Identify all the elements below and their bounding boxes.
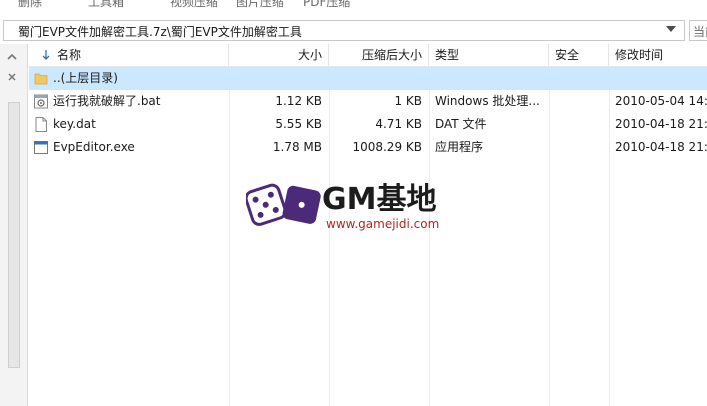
table-row[interactable]: key.dat 5.55 KB 4.71 KB DAT 文件 2010-04-1…: [29, 113, 707, 136]
row-name: 运行我就破解了.bat: [53, 94, 161, 108]
row-packed-size: 1008.29 KB: [352, 140, 422, 154]
exe-file-icon: [34, 140, 48, 155]
table-row[interactable]: EvpEditor.exe 1.78 MB 1008.29 KB 应用程序 20…: [29, 136, 707, 159]
row-packed-size: 4.71 KB: [375, 117, 422, 131]
column-name[interactable]: 名称: [29, 44, 229, 66]
address-bar[interactable]: 蜀门EVP文件加解密工具.7z\蜀门EVP文件加解密工具: [3, 20, 685, 41]
row-type: 应用程序: [435, 140, 484, 154]
row-type: DAT 文件: [435, 117, 487, 131]
toolbar-image-compress[interactable]: 图片压缩: [236, 0, 284, 10]
row-name: key.dat: [53, 117, 96, 131]
nav-up-icon[interactable]: [4, 50, 20, 66]
dice-logo-icon: [246, 183, 321, 226]
row-size: 1.78 MB: [272, 140, 322, 154]
watermark-title: GM基地: [322, 182, 437, 217]
row-modified: 2010-04-18 21:5: [615, 117, 707, 131]
watermark-logo: GM基地 www.gamejidi.com: [246, 172, 476, 242]
watermark-url: www.gamejidi.com: [326, 217, 440, 231]
generic-file-icon: [34, 117, 48, 132]
row-name: ..(上层目录): [53, 71, 118, 85]
column-security-label: 安全: [555, 48, 580, 62]
column-packed-label: 压缩后大小: [361, 48, 422, 62]
column-size-label: 大小: [297, 48, 322, 62]
row-type: Windows 批处理...: [435, 94, 540, 108]
search-input[interactable]: 当前: [689, 20, 707, 41]
column-modified-label: 修改时间: [615, 48, 664, 62]
chevron-down-icon[interactable]: [666, 26, 676, 32]
table-row-parent[interactable]: ..(上层目录): [29, 67, 707, 90]
toolbar-delete[interactable]: 删除: [18, 0, 42, 10]
row-size: 1.12 KB: [275, 94, 322, 108]
column-name-label: 名称: [57, 48, 82, 62]
column-type[interactable]: 类型: [429, 44, 549, 66]
search-hint: 当前: [693, 25, 707, 39]
toolbar-toolbox[interactable]: 工具箱: [88, 0, 124, 10]
column-header: 名称 大小 压缩后大小 类型 安全 修改时间: [29, 44, 707, 67]
toolbar: 删除 工具箱 视频压缩 图片压缩 PDF压缩: [0, 0, 707, 14]
row-name: EvpEditor.exe: [53, 140, 135, 154]
batch-file-icon: [34, 94, 48, 109]
column-security[interactable]: 安全: [549, 44, 609, 66]
row-modified: 2010-05-04 14:2: [615, 94, 707, 108]
toolbar-video-compress[interactable]: 视频压缩: [170, 0, 218, 10]
sort-arrow-icon: [42, 47, 50, 69]
row-modified: 2010-04-18 21:5: [615, 140, 707, 154]
left-panel: [0, 44, 28, 406]
close-icon[interactable]: [4, 70, 20, 86]
toolbar-pdf-compress[interactable]: PDF压缩: [303, 0, 350, 10]
address-row: 蜀门EVP文件加解密工具.7z\蜀门EVP文件加解密工具 当前: [0, 18, 707, 44]
address-path: 蜀门EVP文件加解密工具.7z\蜀门EVP文件加解密工具: [18, 25, 302, 39]
column-type-label: 类型: [435, 48, 460, 62]
column-packed-size[interactable]: 压缩后大小: [329, 44, 429, 66]
folder-icon: [34, 71, 48, 86]
column-modified[interactable]: 修改时间: [609, 44, 707, 66]
row-packed-size: 1 KB: [394, 94, 422, 108]
row-size: 5.55 KB: [275, 117, 322, 131]
left-scrollbar[interactable]: [8, 102, 20, 368]
column-size[interactable]: 大小: [229, 44, 329, 66]
table-row[interactable]: 运行我就破解了.bat 1.12 KB 1 KB Windows 批处理... …: [29, 90, 707, 113]
